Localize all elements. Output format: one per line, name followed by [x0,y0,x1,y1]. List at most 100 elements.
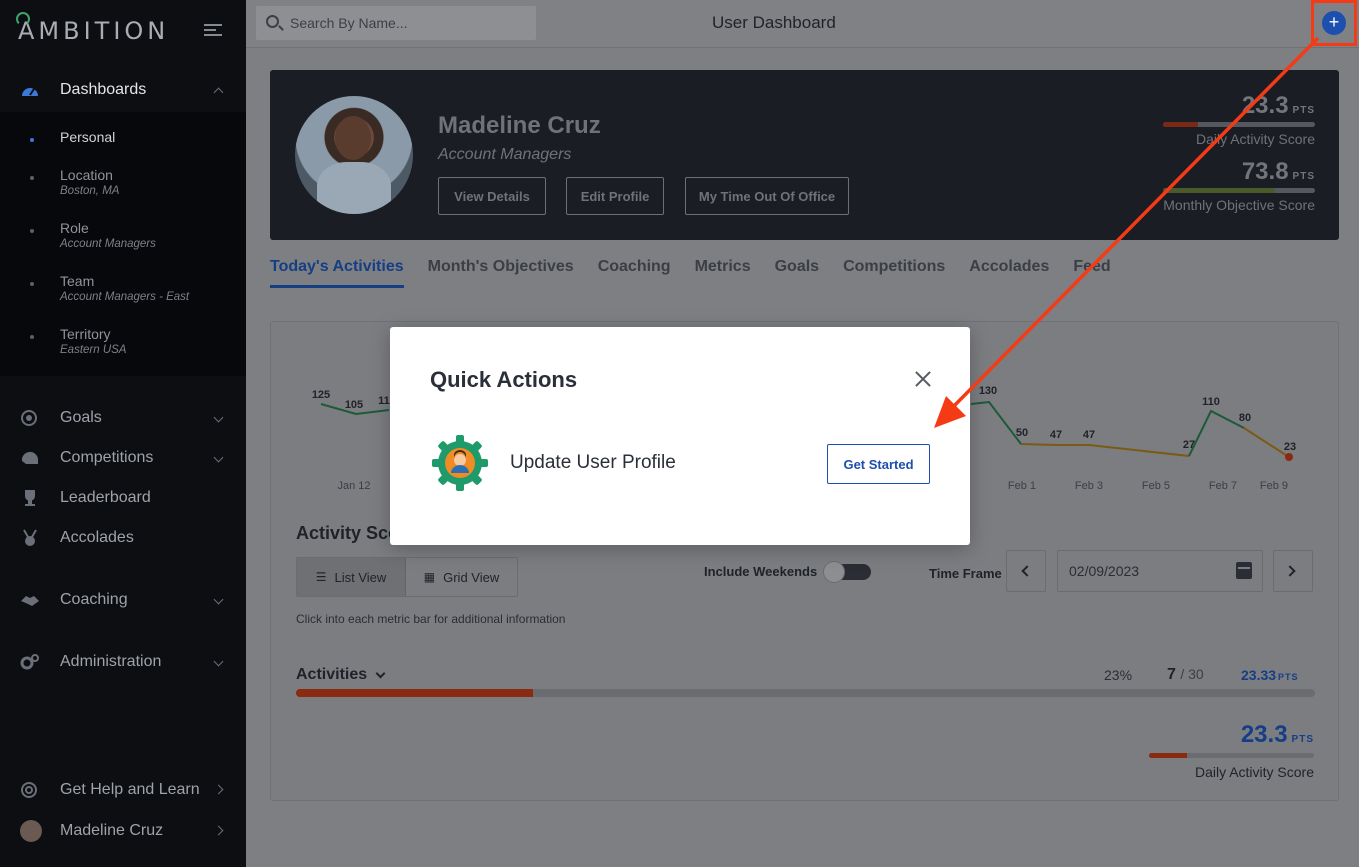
monthly-score-label: Monthly Objective Score [1163,197,1315,213]
time-out-of-office-button[interactable]: My Time Out Of Office [685,177,849,215]
submenu-item-team[interactable]: Team Account Managers - East [0,273,246,303]
point-label: 110 [1202,396,1220,408]
dot-icon [30,282,34,286]
page-title: User Dashboard [712,13,836,32]
point-label: 23 [1284,441,1296,453]
sidebar-item-label: Madeline Cruz [60,822,164,839]
dot-icon [30,335,34,339]
handshake-icon [21,596,39,606]
submenu-subtitle: Boston, MA [60,185,120,197]
activities-count: 7 / 30 [1167,666,1204,684]
get-started-button[interactable]: Get Started [827,444,930,484]
tab-todays-activities[interactable]: Today's Activities [270,258,404,288]
sidebar-item-competitions[interactable]: Competitions [0,440,246,476]
logo[interactable]: AMBITION [16,12,170,46]
tab-coaching[interactable]: Coaching [598,258,671,288]
close-icon[interactable] [912,368,934,390]
tab-accolades[interactable]: Accolades [969,258,1049,288]
user-avatar-icon [20,820,42,842]
dashboards-submenu: Personal Location Boston, MA Role Accoun… [0,112,246,376]
sidebar-item-label: Goals [60,409,102,426]
logo-text: AMBITION [18,17,170,45]
sidebar-item-label: Coaching [60,591,128,608]
submenu-item-role[interactable]: Role Account Managers [0,220,246,250]
sidebar-item-dashboards[interactable]: Dashboards [0,72,246,108]
sidebar-item-help[interactable]: Get Help and Learn [0,772,246,808]
activities-label: Activities [296,666,368,683]
grid-view-button[interactable]: ▦ Grid View [406,558,517,596]
daily-score: 23.3 PTS Daily Activity Score [1163,92,1315,147]
monthly-score-value: 73.8 [1241,158,1289,185]
sidebar: AMBITION Dashboards Personal Location Bo… [0,0,246,867]
quick-actions-button[interactable]: + [1322,11,1346,35]
date-value: 02/09/2023 [1069,563,1140,579]
next-date-button[interactable] [1273,550,1313,592]
view-toggle: ☰ List View ▦ Grid View [296,557,518,597]
tab-feed[interactable]: Feed [1073,258,1113,288]
submenu-item-location[interactable]: Location Boston, MA [0,167,246,197]
activities-percent: 23% [1104,667,1133,683]
view-details-button[interactable]: View Details [438,177,546,215]
calendar-icon[interactable] [1236,562,1252,579]
chevron-down-icon [375,668,386,678]
edit-profile-button[interactable]: Edit Profile [566,177,664,215]
sidebar-item-accolades[interactable]: Accolades [0,520,246,556]
chevron-right-icon [213,825,224,836]
bottom-score-label: Daily Activity Score [1194,764,1314,780]
include-weekends-label: Include Weekends [704,564,818,579]
sidebar-item-administration[interactable]: Administration [0,644,246,680]
sidebar-item-goals[interactable]: Goals [0,400,246,436]
chevron-down-icon [213,656,224,667]
activities-points: 23.33 PTS [1241,667,1299,683]
submenu-title: Personal [60,129,116,145]
point-label: 47 [1083,429,1095,441]
dot-icon [30,176,34,180]
activities-dropdown[interactable]: Activities [296,666,386,684]
chevron-down-icon [213,452,224,463]
tab-goals[interactable]: Goals [775,258,819,288]
pts-unit: PTS [1291,734,1314,745]
submenu-title: Team [60,273,95,289]
sidebar-item-leaderboard[interactable]: Leaderboard [0,480,246,516]
tab-metrics[interactable]: Metrics [695,258,751,288]
x-tick-label: Feb 5 [1142,480,1170,492]
profile-avatar [295,96,413,214]
submenu-title: Territory [60,326,111,342]
point-label: 125 [312,389,330,401]
count-total: / 30 [1180,666,1204,682]
profile-card: Madeline Cruz Account Managers View Deta… [270,70,1339,240]
tab-months-objectives[interactable]: Month's Objectives [428,258,574,288]
menu-collapse-icon[interactable] [204,24,222,38]
update-profile-label: Update User Profile [510,452,676,473]
submenu-title: Location [60,167,113,183]
sidebar-item-label: Get Help and Learn [60,781,200,798]
include-weekends-toggle[interactable] [823,561,871,583]
sidebar-item-user[interactable]: Madeline Cruz [0,813,246,849]
bottom-score-bar [1149,753,1314,758]
search-input[interactable]: Search By Name... [256,6,536,40]
submenu-subtitle: Account Managers - East [60,291,190,303]
sidebar-item-label: Dashboards [60,81,147,98]
point-label: 47 [1050,429,1062,441]
search-icon [266,15,279,28]
tab-competitions[interactable]: Competitions [843,258,945,288]
series-line-right-green2 [1188,409,1245,457]
list-view-label: List View [334,569,387,585]
submenu-item-territory[interactable]: Territory Eastern USA [0,326,246,356]
list-view-button[interactable]: ☰ List View [297,558,406,596]
grid-view-label: Grid View [443,569,500,585]
date-input[interactable]: 02/09/2023 [1057,550,1263,592]
logo-mark-icon [16,12,30,26]
chevron-down-icon [213,594,224,605]
series-line-right-end [1243,427,1290,458]
sidebar-item-coaching[interactable]: Coaching [0,582,246,618]
submenu-subtitle: Account Managers [60,238,156,250]
activities-progress-bar[interactable] [296,689,1315,697]
medal-icon [23,529,37,546]
chevron-right-icon [1284,565,1296,577]
prev-date-button[interactable] [1006,550,1046,592]
quick-actions-modal: Quick Actions Update User Profile Get St… [390,327,970,545]
submenu-item-personal[interactable]: Personal [0,129,246,145]
pts-unit: PTS [1278,672,1299,682]
monthly-score-bar [1163,188,1315,193]
